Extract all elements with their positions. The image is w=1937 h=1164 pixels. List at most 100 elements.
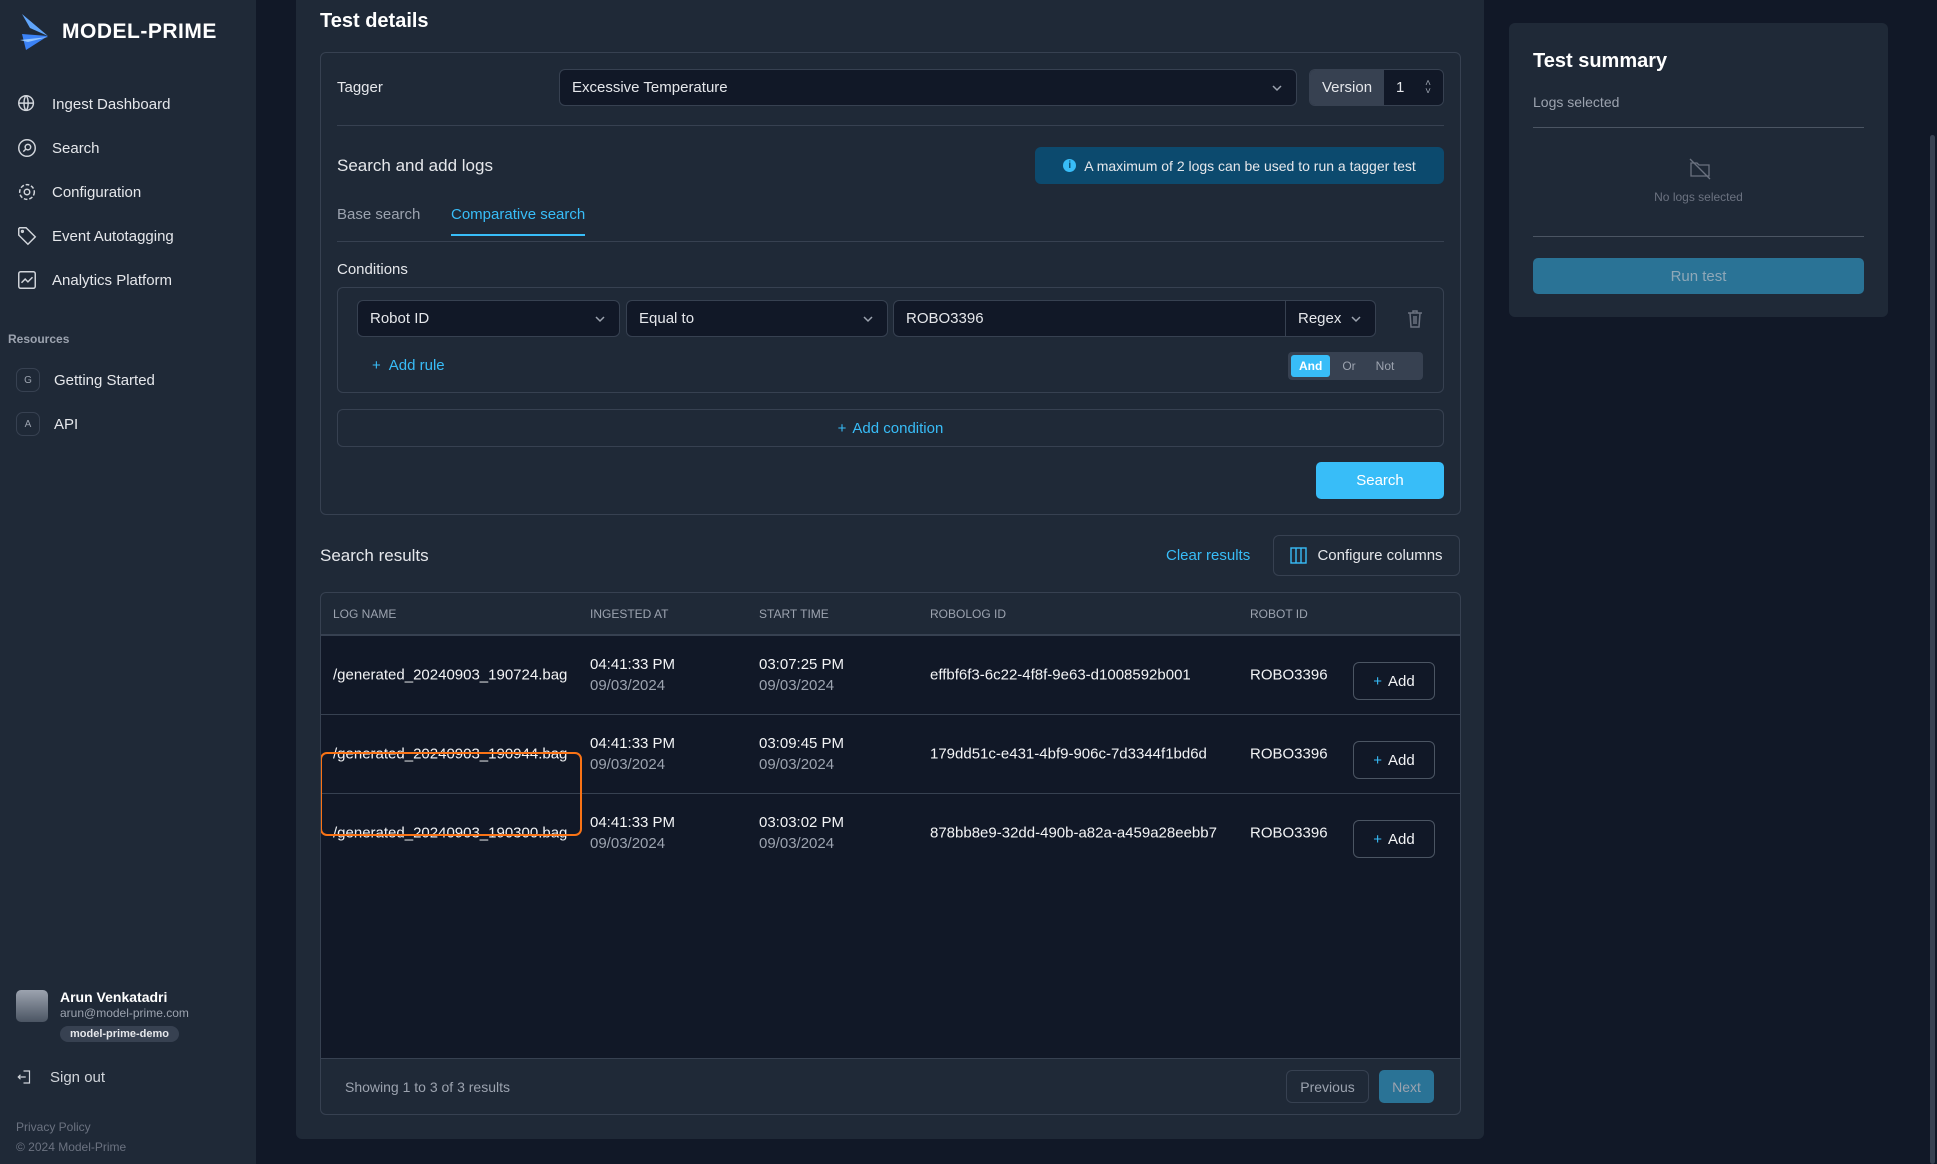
run-test-button[interactable]: Run test <box>1533 258 1864 294</box>
chevron-down-icon <box>1351 315 1361 322</box>
divider <box>1533 127 1864 128</box>
add-log-button[interactable]: + Add <box>1353 820 1435 858</box>
sidebar-item-analytics-platform[interactable]: Analytics Platform <box>16 265 246 295</box>
user-name: Arun Venkatadri <box>60 989 168 1005</box>
tag-icon <box>18 227 37 246</box>
pagination: Showing 1 to 3 of 3 results Previous Nex… <box>321 1058 1460 1114</box>
summary-title: Test summary <box>1533 50 1668 72</box>
gear-icon <box>18 183 36 201</box>
value-input[interactable]: ROBO3396 <box>893 300 1286 337</box>
column-header: ROBOT ID <box>1250 607 1308 621</box>
plus-icon: + <box>1373 830 1383 848</box>
tab-comparative-search[interactable]: Comparative search <box>451 206 586 236</box>
sidebar-item-getting-started[interactable]: G Getting Started <box>16 365 246 395</box>
divider <box>1533 236 1864 237</box>
results-count: Showing 1 to 3 of 3 results <box>345 1079 510 1095</box>
chevron-down-icon <box>863 315 873 322</box>
operator-select[interactable]: Equal to <box>626 300 888 337</box>
add-log-button[interactable]: + Add <box>1353 741 1435 779</box>
field-select[interactable]: Robot ID <box>357 300 620 337</box>
tab-base-search[interactable]: Base search <box>337 206 420 223</box>
logo-icon <box>20 14 48 50</box>
resources-heading: Resources <box>8 332 70 346</box>
highlight-box <box>321 752 582 836</box>
logic-and[interactable]: And <box>1291 355 1331 377</box>
search-button[interactable]: Search <box>1316 462 1444 499</box>
section-title: Search and add logs <box>337 156 493 175</box>
chevron-down-icon <box>1272 84 1282 91</box>
robot-id: ROBO3396 <box>1250 745 1328 763</box>
columns-icon <box>1290 547 1308 564</box>
org-badge: model-prime-demo <box>60 1026 180 1042</box>
page-title: Test details <box>320 10 429 32</box>
version-stepper[interactable]: Version 1 ˄ ˅ <box>1309 69 1444 106</box>
next-button[interactable]: Next <box>1379 1070 1434 1103</box>
plus-icon: + <box>837 419 847 437</box>
configure-columns-button[interactable]: Configure columns <box>1273 535 1460 576</box>
version-label: Version <box>1310 70 1385 105</box>
plus-icon: + <box>1373 672 1383 690</box>
robolog-id: 878bb8e9-32dd-490b-a82a-a459a28eebb7 <box>930 824 1217 842</box>
tagger-box: Tagger Excessive Temperature Version 1 ˄ ˅… <box>320 52 1461 515</box>
clear-results-button[interactable]: Clear results <box>1166 547 1250 564</box>
condition-group: Robot ID Equal to ROBO3396 Regex + Add ru… <box>337 287 1444 393</box>
table-row[interactable]: /generated_20240903_190724.bag 04:41:33 … <box>321 635 1460 714</box>
test-summary-panel: Test summary Logs selected No logs selec… <box>1509 23 1888 317</box>
results-title: Search results <box>320 546 429 565</box>
column-header: LOG NAME <box>333 607 397 621</box>
tagger-label: Tagger <box>337 79 383 96</box>
add-log-button[interactable]: + Add <box>1353 662 1435 700</box>
folder-off-icon <box>1689 158 1711 180</box>
column-header: START TIME <box>759 607 829 621</box>
robot-id: ROBO3396 <box>1250 666 1328 684</box>
chevron-up-down-icon[interactable]: ˄ ˅ <box>1425 78 1431 96</box>
conditions-label: Conditions <box>337 261 408 278</box>
user-email: arun@model-prime.com <box>60 1006 189 1020</box>
column-header: INGESTED AT <box>590 607 669 621</box>
robot-id: ROBO3396 <box>1250 824 1328 842</box>
scrollbar[interactable] <box>1930 135 1935 1164</box>
tagger-select[interactable]: Excessive Temperature <box>559 69 1297 106</box>
plus-icon: + <box>1373 751 1383 769</box>
logic-or[interactable]: Or <box>1334 355 1363 377</box>
column-header: ROBOLOG ID <box>930 607 1007 621</box>
sign-out-button[interactable]: Sign out <box>16 1062 246 1092</box>
version-value: 1 <box>1396 79 1405 96</box>
empty-state: No logs selected <box>1654 190 1743 204</box>
sidebar-item-ingest-dashboard[interactable]: Ingest Dashboard <box>16 89 246 119</box>
sidebar-item-search[interactable]: Search <box>16 133 246 163</box>
privacy-policy-link[interactable]: Privacy Policy <box>16 1120 91 1134</box>
chevron-down-icon <box>595 315 605 322</box>
globe-download-icon <box>18 95 35 112</box>
sign-out-icon <box>17 1070 31 1084</box>
chart-icon <box>18 271 36 289</box>
avatar[interactable] <box>16 990 48 1022</box>
logs-selected-label: Logs selected <box>1533 94 1620 110</box>
sidebar-item-api[interactable]: A API <box>16 409 246 439</box>
log-name: /generated_20240903_190724.bag <box>333 666 568 684</box>
logic-not[interactable]: Not <box>1368 355 1403 377</box>
copyright: © 2024 Model-Prime <box>16 1140 127 1154</box>
match-mode-select[interactable]: Regex <box>1285 300 1376 337</box>
add-rule-button[interactable]: + Add rule <box>372 357 445 374</box>
divider <box>337 125 1444 126</box>
sidebar-item-event-autotagging[interactable]: Event Autotagging <box>16 221 246 251</box>
info-banner: iA maximum of 2 logs can be used to run … <box>1035 147 1444 184</box>
sidebar: MODEL-PRIME Ingest Dashboard Search Conf… <box>0 0 256 1164</box>
info-icon: i <box>1063 159 1077 172</box>
robolog-id: 179dd51c-e431-4bf9-906c-7d3344f1bd6d <box>930 745 1207 763</box>
resource-badge: A <box>16 412 40 436</box>
add-condition-button[interactable]: + Add condition <box>337 409 1444 447</box>
divider <box>337 241 1444 242</box>
search-icon <box>18 139 36 157</box>
logo[interactable]: MODEL-PRIME <box>18 12 217 52</box>
logic-toggle: And Or Not <box>1288 352 1423 380</box>
sidebar-item-configuration[interactable]: Configuration <box>16 177 246 207</box>
robolog-id: effbf6f3-6c22-4f8f-9e63-d1008592b001 <box>930 666 1191 684</box>
previous-button[interactable]: Previous <box>1286 1070 1369 1103</box>
plus-icon: + <box>372 357 381 374</box>
trash-icon[interactable] <box>1406 309 1424 329</box>
test-details-card: Test details Tagger Excessive Temperatur… <box>296 0 1484 1139</box>
resource-badge: G <box>16 368 40 392</box>
results-table: LOG NAME INGESTED AT START TIME ROBOLOG … <box>320 592 1461 1115</box>
